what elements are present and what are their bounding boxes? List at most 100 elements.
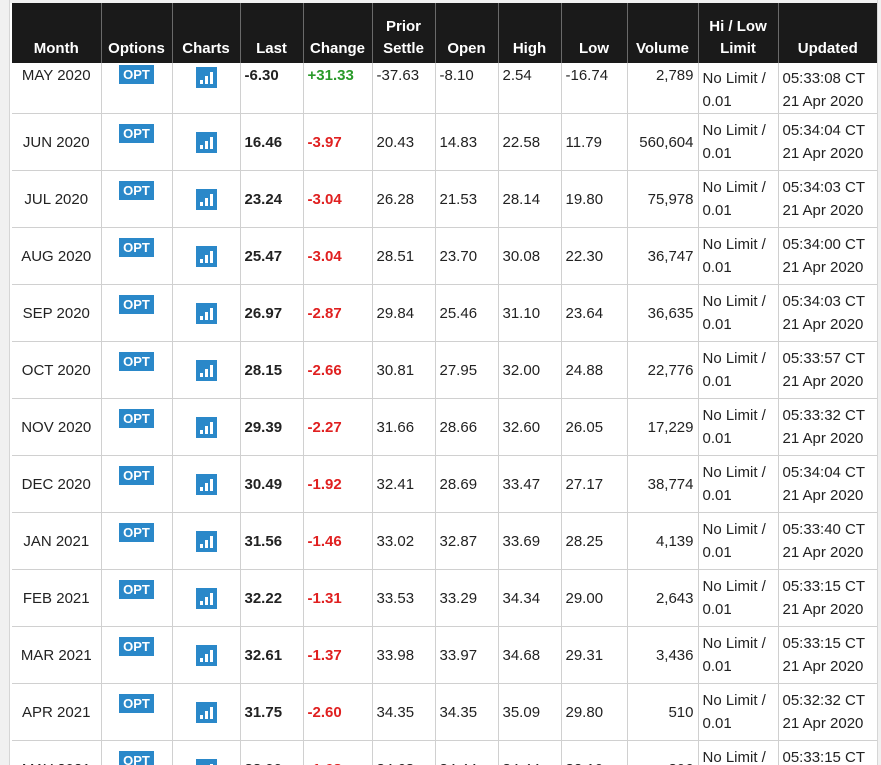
- updated-cell: 05:34:00 CT 21 Apr 2020: [777, 227, 877, 285]
- options-button[interactable]: OPT: [119, 693, 154, 713]
- charts-cell: [171, 63, 240, 114]
- column-header-change[interactable]: Change: [302, 3, 372, 63]
- prior-settle-cell: 32.41: [371, 455, 435, 513]
- limit-text: No Limit /: [702, 122, 766, 139]
- low-cell: 22.30: [560, 227, 627, 285]
- charts-cell: [171, 512, 240, 570]
- updated-date: 21 Apr 2020: [782, 487, 864, 504]
- updated-cell: 05:33:40 CT 21 Apr 2020: [777, 512, 877, 570]
- options-button[interactable]: OPT: [119, 180, 154, 200]
- month-cell: APR 2021: [12, 683, 101, 741]
- options-button[interactable]: OPT: [119, 294, 154, 314]
- updated-cell: 05:33:15 CT21 Apr 2020: [777, 740, 877, 765]
- high-cell: 22.58: [497, 113, 561, 171]
- month-cell: AUG 2020: [12, 227, 101, 285]
- options-button[interactable]: OPT: [119, 750, 154, 765]
- table-row: FEB 2021 OPT 32.22 -1.31 33.53 33.29 34.34 29.0…: [12, 569, 877, 627]
- volume-cell: 17,229: [626, 398, 698, 456]
- prior-settle-cell: 33.98: [371, 626, 435, 684]
- open-cell: 34.35: [434, 683, 498, 741]
- column-header-last[interactable]: Last: [239, 3, 303, 63]
- volume-cell: 2,643: [626, 569, 698, 627]
- updated-date: 21 Apr 2020: [782, 145, 864, 162]
- hi-low-limit-cell: No Limit / 0.01: [697, 455, 778, 513]
- charts-cell: [171, 227, 240, 285]
- limit-tick: 0.01: [702, 487, 732, 504]
- updated-cell: 05:32:32 CT 21 Apr 2020: [777, 683, 877, 741]
- options-button[interactable]: OPT: [119, 65, 154, 84]
- limit-text: No Limit /: [702, 692, 766, 709]
- options-button[interactable]: OPT: [119, 408, 154, 428]
- table-header-row: Month Options Charts Last Change Prior S…: [12, 3, 877, 63]
- bar-chart-icon[interactable]: [195, 188, 217, 210]
- limit-tick: 0.01: [702, 259, 732, 276]
- options-button[interactable]: OPT: [119, 465, 154, 485]
- bar-chart-icon[interactable]: [195, 530, 217, 552]
- change-cell: +31.33: [302, 63, 372, 114]
- column-header-month[interactable]: Month: [12, 3, 101, 63]
- volume-cell: 38,774: [626, 455, 698, 513]
- column-header-prior-settle[interactable]: Prior Settle: [371, 3, 435, 63]
- last-price-cell: 31.75: [239, 683, 303, 741]
- column-header-volume[interactable]: Volume: [626, 3, 698, 63]
- column-header-low[interactable]: Low: [560, 3, 627, 63]
- prior-settle-cell: 26.28: [371, 170, 435, 228]
- updated-date: 21 Apr 2020: [782, 715, 864, 732]
- low-cell: 29.80: [560, 683, 627, 741]
- low-cell: 32.10: [560, 740, 627, 765]
- options-cell: OPT: [100, 740, 172, 765]
- prior-settle-cell: 34.35: [371, 683, 435, 741]
- month-cell: OCT 2020: [12, 341, 101, 399]
- futures-quotes-table: Month Options Charts Last Change Prior S…: [12, 3, 877, 765]
- bar-chart-icon[interactable]: [195, 758, 217, 765]
- volume-cell: 4,139: [626, 512, 698, 570]
- bar-chart-icon[interactable]: [195, 67, 217, 88]
- table-row: MAR 2021 OPT 32.61 -1.37 33.98 33.97 34.68 29.3…: [12, 626, 877, 684]
- hi-low-limit-cell: No Limit / 0.01: [697, 63, 778, 114]
- column-header-open[interactable]: Open: [434, 3, 498, 63]
- limit-text: No Limit /: [702, 350, 766, 367]
- bar-chart-icon[interactable]: [195, 587, 217, 609]
- options-button[interactable]: OPT: [119, 522, 154, 542]
- charts-cell: [171, 683, 240, 741]
- bar-chart-icon[interactable]: [195, 416, 217, 438]
- page-frame: Month Options Charts Last Change Prior S…: [0, 0, 881, 765]
- last-price-cell: 25.47: [239, 227, 303, 285]
- bar-chart-icon[interactable]: [195, 302, 217, 324]
- open-cell: 33.97: [434, 626, 498, 684]
- options-button[interactable]: OPT: [119, 237, 154, 257]
- open-cell: 28.66: [434, 398, 498, 456]
- limit-text: No Limit /: [702, 578, 766, 595]
- charts-cell: [171, 113, 240, 171]
- limit-tick: 0.01: [702, 316, 732, 333]
- column-header-updated[interactable]: Updated: [777, 3, 877, 63]
- options-button[interactable]: OPT: [119, 351, 154, 371]
- updated-time: 05:33:15 CT: [782, 635, 866, 652]
- options-button[interactable]: OPT: [119, 123, 154, 143]
- hi-low-limit-cell: No Limit / 0.01: [697, 170, 778, 228]
- bar-chart-icon[interactable]: [195, 473, 217, 495]
- volume-cell: 36,747: [626, 227, 698, 285]
- column-header-high[interactable]: High: [497, 3, 561, 63]
- last-price-cell: 16.46: [239, 113, 303, 171]
- limit-tick: 0.01: [702, 145, 732, 162]
- prior-settle-cell: 29.84: [371, 284, 435, 342]
- change-cell: -1.31: [302, 569, 372, 627]
- bar-chart-icon[interactable]: [195, 359, 217, 381]
- bar-chart-icon[interactable]: [195, 644, 217, 666]
- bar-chart-icon[interactable]: [195, 701, 217, 723]
- column-header-options: Options: [100, 3, 172, 63]
- limit-tick: 0.01: [702, 658, 732, 675]
- limit-text: No Limit /: [702, 749, 766, 765]
- last-price-cell: 33.00: [239, 740, 303, 765]
- table-row: JUL 2020 OPT 23.24 -3.04 26.28 21.53 28.14 19.8…: [12, 170, 877, 228]
- high-cell: 34.44: [497, 740, 561, 765]
- bar-chart-icon[interactable]: [195, 245, 217, 267]
- options-button[interactable]: OPT: [119, 636, 154, 656]
- updated-cell: 05:33:15 CT21 Apr 2020: [777, 569, 877, 627]
- column-header-charts: Charts: [171, 3, 240, 63]
- updated-date: 21 Apr 2020: [782, 373, 864, 390]
- high-cell: 30.08: [497, 227, 561, 285]
- options-button[interactable]: OPT: [119, 579, 154, 599]
- bar-chart-icon[interactable]: [195, 131, 217, 153]
